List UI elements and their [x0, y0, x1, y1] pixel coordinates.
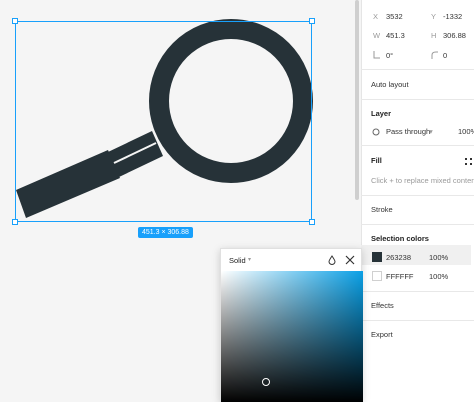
stroke-section-title[interactable]: Stroke [371, 205, 393, 214]
properties-panel [361, 0, 474, 402]
resize-handle-bottom-right[interactable] [309, 219, 315, 225]
selection-color-opacity[interactable]: 100% [429, 253, 448, 262]
h-field[interactable]: 306.88 [443, 31, 466, 40]
selection-color-opacity[interactable]: 100% [429, 272, 448, 281]
color-picker-header: Solid ▾ [221, 249, 363, 271]
saturation-brightness-field[interactable] [221, 271, 363, 402]
export-section-title[interactable]: Export [371, 330, 393, 339]
resize-handle-bottom-left[interactable] [12, 219, 18, 225]
selection-frame[interactable] [15, 21, 312, 222]
chevron-down-icon[interactable]: ▾ [248, 256, 251, 263]
blend-mode-icon [372, 128, 380, 136]
selection-size-badge: 451.3 × 306.88 [138, 227, 193, 238]
x-field[interactable]: 3532 [386, 12, 403, 21]
corner-radius-field[interactable]: 0 [443, 51, 447, 60]
selection-colors-title: Selection colors [371, 234, 429, 243]
fill-styles-grid-icon[interactable] [465, 158, 473, 166]
y-label: Y [431, 12, 437, 21]
eyedropper-icon[interactable] [327, 255, 337, 265]
fill-hint: Click + to replace mixed content. [371, 176, 474, 185]
rotation-icon [373, 51, 380, 59]
resize-handle-top-right[interactable] [309, 18, 315, 24]
selection-color-hex[interactable]: FFFFFF [386, 272, 414, 281]
selection-color-hex[interactable]: 263238 [386, 253, 411, 262]
paint-type-dropdown[interactable]: Solid [229, 256, 246, 265]
resize-handle-top-left[interactable] [12, 18, 18, 24]
auto-layout-label[interactable]: Auto layout [371, 80, 409, 89]
y-field[interactable]: -1332 [443, 12, 462, 21]
canvas-scrollbar[interactable] [355, 0, 359, 200]
fill-section-title: Fill [371, 156, 382, 165]
x-label: X [373, 12, 379, 21]
close-icon[interactable] [345, 255, 355, 265]
rotation-field[interactable]: 0° [386, 51, 393, 60]
w-label: W [373, 31, 381, 40]
color-picker-popup: Solid ▾ [220, 248, 363, 402]
effects-section-title[interactable]: Effects [371, 301, 394, 310]
h-label: H [431, 31, 437, 40]
blend-mode-caret-icon[interactable]: ▾ [429, 127, 433, 136]
layer-section-title: Layer [371, 109, 392, 118]
selection-color-swatch[interactable] [372, 271, 382, 281]
color-picker-knob[interactable] [262, 378, 270, 386]
corner-radius-icon [431, 51, 438, 59]
selection-color-swatch[interactable] [372, 252, 382, 262]
layer-opacity-field[interactable]: 100% [458, 127, 474, 136]
blend-mode-dropdown[interactable]: Pass through [386, 127, 430, 136]
w-field[interactable]: 451.3 [386, 31, 405, 40]
